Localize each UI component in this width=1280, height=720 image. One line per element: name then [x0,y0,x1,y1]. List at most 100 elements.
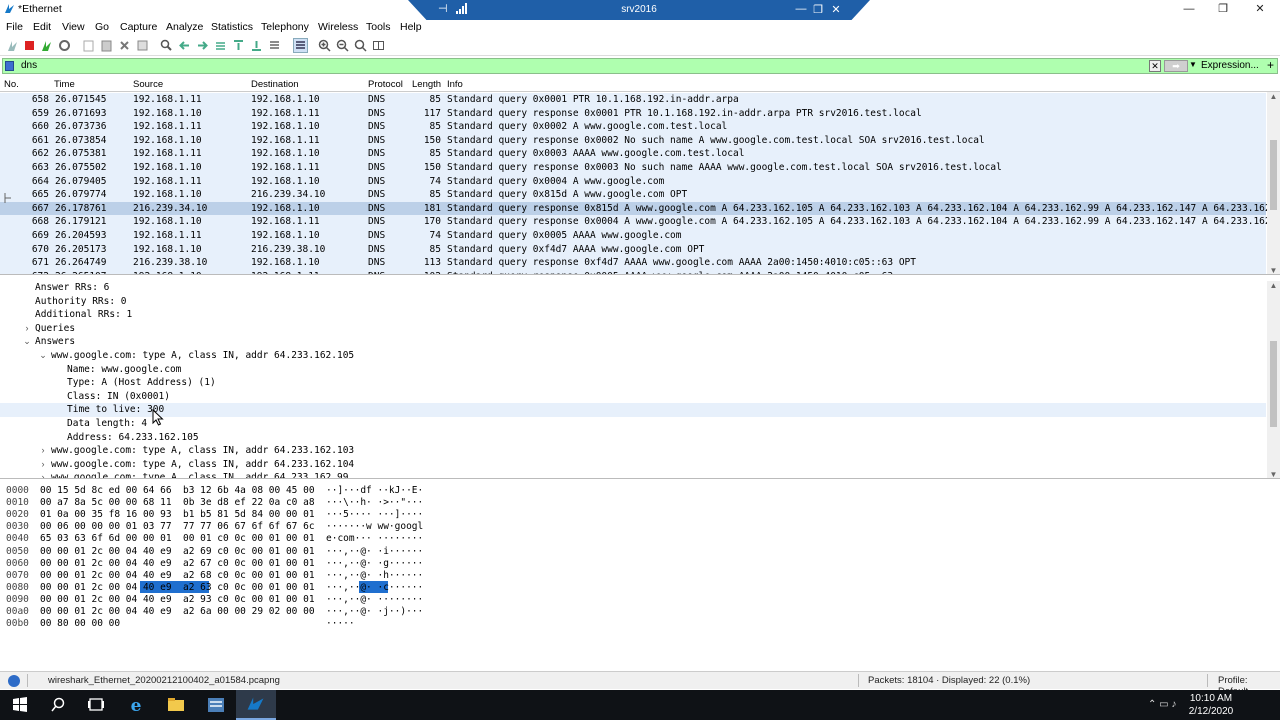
packet-row[interactable]: 662 26.075381 192.168.1.11 192.168.1.10 DNS 8… [0,147,1266,161]
expanded-chevron-icon[interactable]: ⌄ [38,350,48,361]
bookmark-icon[interactable] [5,61,14,71]
byte-offset[interactable]: 0050 [6,546,29,557]
byte-hex[interactable]: 00 15 5d 8c ed 00 64 66 b3 12 6b 4a 08 0… [40,485,315,496]
menu-go[interactable]: Go [95,21,109,33]
apply-filter-button[interactable]: ➡ [1164,60,1188,72]
last-packet-icon[interactable] [250,39,263,52]
go-forward-icon[interactable] [196,39,209,52]
server-manager-icon[interactable] [196,690,236,720]
menu-help[interactable]: Help [400,21,422,33]
byte-offset[interactable]: 0000 [6,485,29,496]
details-scrollbar[interactable]: ▲ ▼ [1267,281,1280,478]
byte-ascii[interactable]: ···,··@· ·i······ [326,546,423,557]
column-header-destination[interactable]: Destination [251,79,299,90]
resize-columns-icon[interactable] [372,39,385,52]
byte-hex[interactable]: 00 80 00 00 00 [40,618,120,629]
byte-offset[interactable]: 00b0 [6,618,29,629]
system-tray-icons[interactable]: ⌃ ▭ ♪ [1148,699,1176,710]
packet-row[interactable]: 660 26.073736 192.168.1.11 192.168.1.10 DNS 8… [0,120,1266,134]
detail-tree-item[interactable]: › www.google.com: type A, class IN, addr … [0,458,1266,472]
detail-tree-item[interactable]: Name: www.google.com [0,363,1266,377]
byte-hex[interactable]: 00 a7 8a 5c 00 00 68 11 0b 3e d8 ef 22 0… [40,497,315,508]
detail-tree-item[interactable]: ⌄ www.google.com: type A, class IN, addr … [0,349,1266,363]
byte-ascii[interactable]: ····· [326,618,355,629]
packet-row[interactable]: 659 26.071693 192.168.1.10 192.168.1.11 DNS 1… [0,106,1266,121]
packet-row[interactable]: 661 26.073854 192.168.1.10 192.168.1.11 DNS 1… [0,133,1266,148]
byte-hex[interactable]: 00 00 01 2c 00 04 40 e9 a2 69 c0 0c 00 0… [40,546,315,557]
filter-history-dropdown-icon[interactable]: ▼ [1189,60,1197,69]
menu-file[interactable]: File [6,21,23,33]
byte-ascii[interactable]: ···\··h· ·>··"··· [326,497,423,508]
detail-tree-item[interactable]: › www.google.com: type A, class IN, addr … [0,471,1266,478]
packet-row[interactable]: 664 26.079405 192.168.1.11 192.168.1.10 DNS 7… [0,174,1266,189]
menu-wireless[interactable]: Wireless [318,21,358,33]
expression-button[interactable]: Expression... [1201,60,1259,71]
taskbar-clock[interactable]: 10:10 AM 2/12/2020 [1186,692,1236,718]
capture-options-icon[interactable] [58,39,71,52]
menu-capture[interactable]: Capture [120,21,157,33]
display-filter-input[interactable]: dns [2,58,1278,74]
byte-ascii[interactable]: e·com··· ········ [326,533,423,544]
details-scrollbar-thumb[interactable] [1270,341,1277,427]
detail-tree-item[interactable]: Address: 64.233.162.105 [0,431,1266,445]
byte-ascii[interactable]: ···5···· ···]···· [326,509,423,520]
column-header-info[interactable]: Info [447,79,463,90]
byte-offset[interactable]: 0020 [6,509,29,520]
detail-tree-item[interactable]: Additional RRs: 1 [0,308,1266,322]
minimize-button[interactable]: — [1174,2,1204,16]
find-packet-icon[interactable] [160,39,173,52]
detail-tree-item[interactable]: Answer RRs: 6 [0,281,1266,295]
display-filter-value[interactable]: dns [21,60,37,71]
detail-tree-item[interactable]: Class: IN (0x0001) [0,390,1266,404]
byte-hex[interactable]: 65 03 63 6f 6d 00 00 01 00 01 c0 0c 00 0… [40,533,315,544]
windows-start-icon[interactable] [0,690,40,720]
scroll-down-arrow-icon[interactable]: ▼ [1267,266,1280,274]
scroll-up-arrow-icon[interactable]: ▲ [1267,92,1280,101]
close-file-icon[interactable] [118,39,131,52]
packet-row[interactable]: 670 26.205173 192.168.1.10 216.239.38.10 DNS… [0,242,1266,257]
zoom-out-icon[interactable] [336,39,349,52]
rdp-minimize-button[interactable]: — [793,3,809,15]
zoom-in-icon[interactable] [318,39,331,52]
byte-ascii[interactable]: ··]···df ··kJ··E· [326,485,423,496]
byte-ascii[interactable]: ···,··@· ·h······ [326,570,423,581]
detail-tree-item[interactable]: ⌄ Answers [0,335,1266,349]
expert-info-icon[interactable] [8,675,20,687]
byte-offset[interactable]: 0010 [6,497,29,508]
menu-telephony[interactable]: Telephony [261,21,309,33]
first-packet-icon[interactable] [232,39,245,52]
rdp-close-button[interactable]: ✕ [828,3,844,16]
stop-capture-icon[interactable] [23,39,36,52]
add-filter-button[interactable]: + [1267,58,1274,72]
expanded-chevron-icon[interactable]: ⌄ [22,336,32,347]
detail-tree-item[interactable]: Authority RRs: 0 [0,295,1266,309]
menu-analyze[interactable]: Analyze [166,21,203,33]
close-button[interactable]: ✕ [1245,2,1275,16]
byte-hex[interactable]: 00 00 01 2c 00 04 40 e9 a2 93 c0 0c 00 0… [40,594,315,605]
column-header-source[interactable]: Source [133,79,163,90]
menu-edit[interactable]: Edit [33,21,51,33]
byte-offset[interactable]: 0070 [6,570,29,581]
column-header-length[interactable]: Length [412,79,441,90]
byte-ascii[interactable]: ···,··@· ········ [326,594,423,605]
maximize-button[interactable]: ❐ [1208,2,1238,16]
auto-scroll-icon[interactable] [268,39,281,52]
byte-offset[interactable]: 0080 [6,582,29,593]
packet-row[interactable]: 658 26.071545 192.168.1.11 192.168.1.10 DNS 8… [0,93,1266,107]
search-icon[interactable] [38,690,78,720]
byte-offset[interactable]: 00a0 [6,606,29,617]
byte-offset[interactable]: 0040 [6,533,29,544]
packet-row[interactable]: 665 26.079774 192.168.1.10 216.239.34.10 DNS… [0,188,1266,202]
packet-list-pane[interactable]: No. Time Source Destination Protocol Len… [0,77,1280,275]
detail-tree-item[interactable]: › www.google.com: type A, class IN, addr … [0,444,1266,458]
detail-tree-item[interactable]: Data length: 4 [0,417,1266,431]
colorize-icon[interactable] [293,38,308,53]
packet-row[interactable]: 663 26.075502 192.168.1.10 192.168.1.11 DNS 1… [0,161,1266,175]
column-header-time[interactable]: Time [54,79,75,90]
packet-row[interactable]: 668 26.179121 192.168.1.10 192.168.1.11 DNS 1… [0,215,1276,229]
byte-hex[interactable]: 00 00 01 2c 00 04 40 e9 a2 63 c0 0c 00 0… [40,582,315,593]
packet-list-scrollbar[interactable]: ▲ ▼ [1267,92,1280,274]
packet-row[interactable]: 667 26.178761 216.239.34.10 192.168.1.10 DNS… [0,201,1276,216]
clear-filter-icon[interactable]: ✕ [1149,60,1161,72]
column-header-no[interactable]: No. [4,79,19,90]
